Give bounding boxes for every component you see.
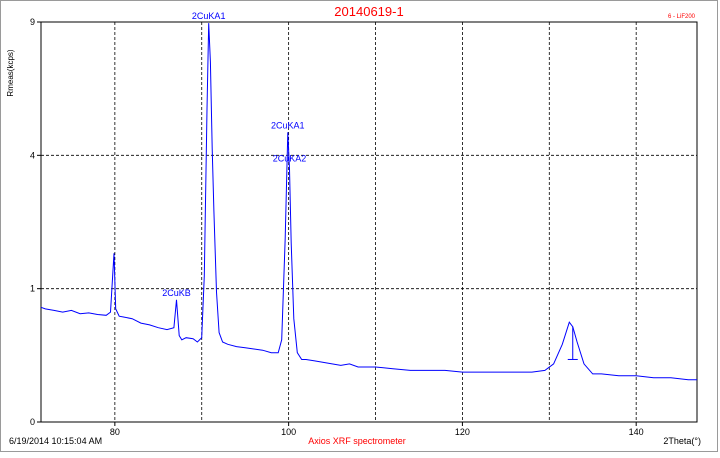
peak-label: 2CuKA2: [273, 154, 307, 164]
x-axis-label: 2Theta(°): [663, 436, 701, 446]
series-group: [40, 23, 697, 381]
tick-labels: 80 100 120 140 0 1 4 9: [30, 17, 644, 437]
chart-title: 20140619-1: [334, 4, 403, 19]
y-tick-label: 9: [30, 17, 35, 27]
crystal-tag: 6 - LiF200: [668, 14, 696, 20]
peak-label: 2CuKA1: [192, 11, 226, 21]
y-tick-label: 1: [30, 284, 35, 294]
x-tick-label: 100: [281, 427, 296, 437]
y-tick-label: 0: [30, 417, 35, 427]
peak-label: 2CuKA1: [271, 120, 305, 130]
y-tick-label: 4: [30, 150, 35, 160]
x-tick-label: 80: [110, 427, 120, 437]
peak-label: 2CuKB: [162, 288, 191, 298]
instrument-name: Axios XRF spectrometer: [308, 436, 406, 446]
spectrum-chart: 2CuKB2CuKA12CuKA12CuKA2 80 100 120 1400149 …: [6, 4, 701, 446]
plot-area: [40, 21, 698, 423]
y-axis-label: Rmeas(kcps): [6, 49, 15, 96]
timestamp: 6/19/2014 10:15:04 AM: [9, 436, 102, 446]
x-tick-label: 120: [455, 427, 470, 437]
grid-lines: [41, 21, 697, 422]
x-tick-label: 140: [629, 427, 644, 437]
chart-window: 2CuKB 2CuKA1 2CuKA1 2CuKA2 80 100 120 140 0 1 4 9 …: [0, 0, 718, 452]
spectrum-series-line: [40, 23, 697, 381]
